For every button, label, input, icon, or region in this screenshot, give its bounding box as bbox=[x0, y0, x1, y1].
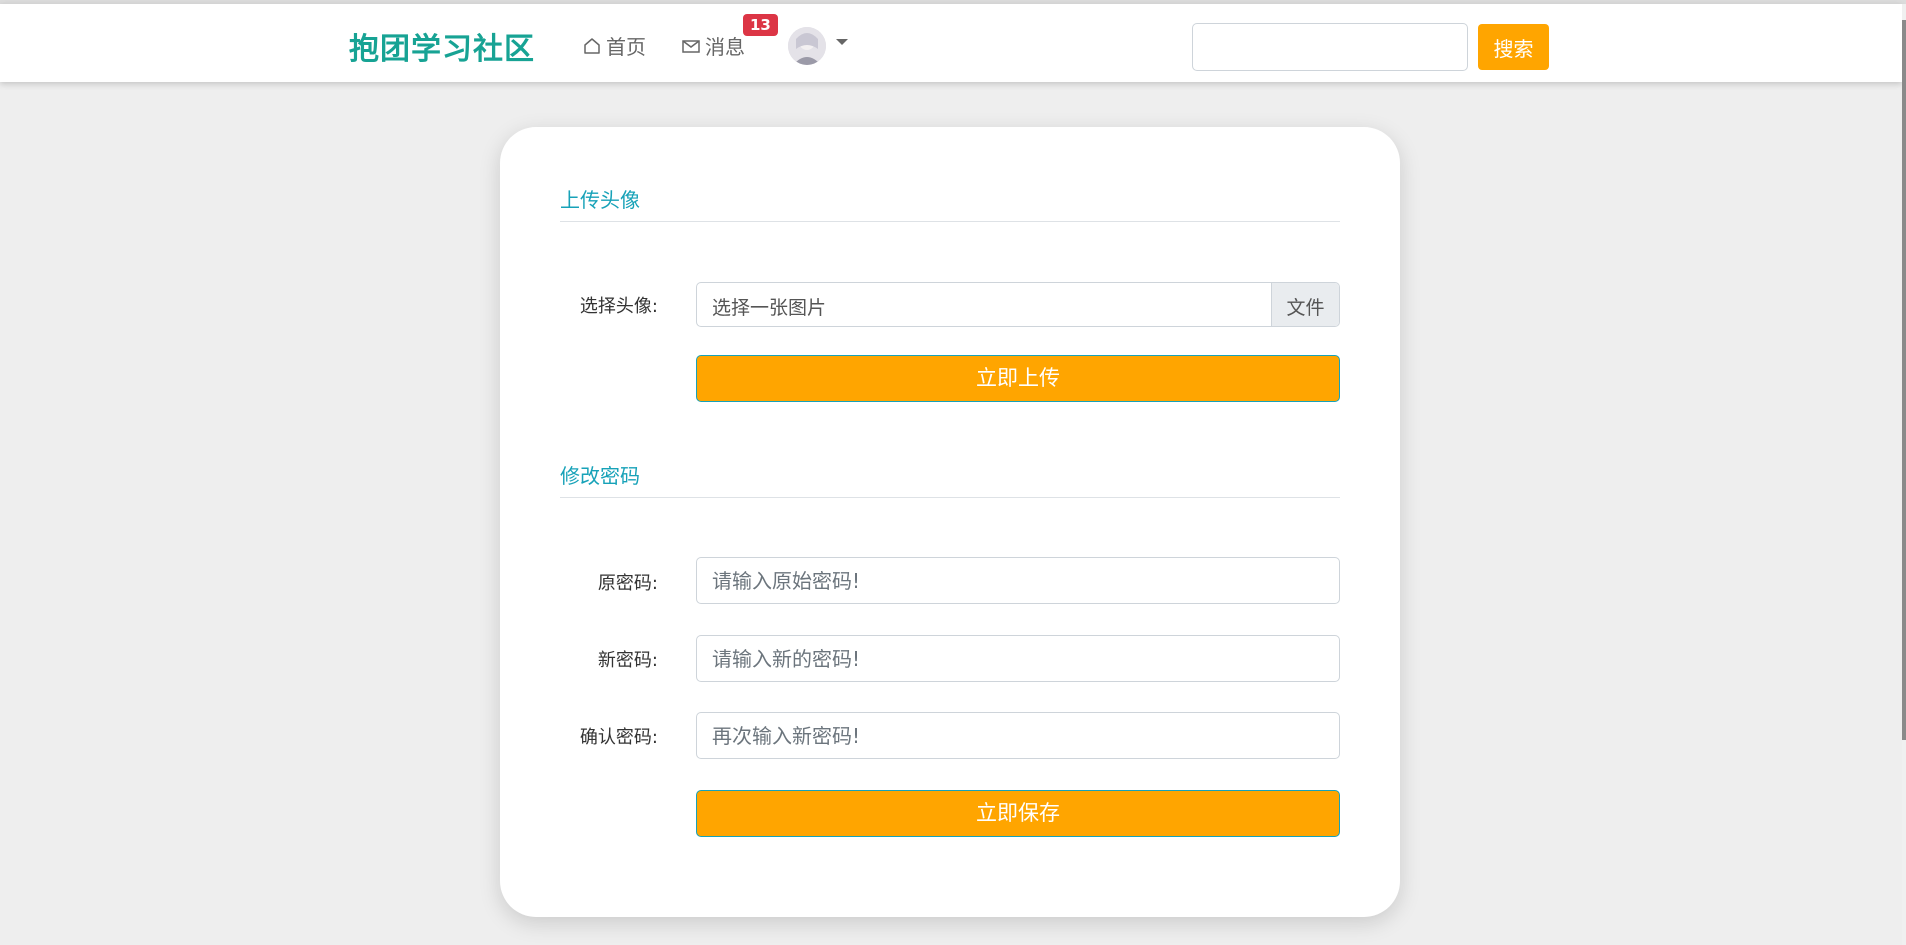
message-count-badge: 13 bbox=[743, 14, 778, 36]
new-password-field[interactable]: 请输入新的密码! bbox=[696, 635, 1340, 682]
avatar-image bbox=[788, 27, 826, 65]
upload-button[interactable]: 立即上传 bbox=[696, 355, 1340, 402]
new-password-label: 新密码: bbox=[597, 650, 658, 671]
navbar: 抱团学习社区 首页 消息 13 搜索 bbox=[0, 4, 1902, 82]
avatar-file-input[interactable]: 选择一张图片 文件 bbox=[696, 282, 1340, 327]
old-password-label: 原密码: bbox=[597, 573, 658, 594]
section-divider bbox=[560, 497, 1340, 498]
nav-home-label: 首页 bbox=[606, 35, 646, 59]
nav-messages-label: 消息 bbox=[705, 35, 745, 59]
upload-avatar-title: 上传头像 bbox=[560, 188, 640, 212]
avatar[interactable] bbox=[788, 27, 826, 65]
section-divider bbox=[560, 221, 1340, 222]
search-button[interactable]: 搜索 bbox=[1478, 24, 1549, 70]
confirm-password-label: 确认密码: bbox=[579, 727, 658, 748]
envelope-icon bbox=[682, 39, 700, 53]
nav-home-link[interactable]: 首页 bbox=[582, 31, 646, 60]
home-icon bbox=[584, 37, 600, 54]
confirm-password-field[interactable]: 再次输入新密码! bbox=[696, 712, 1340, 759]
choose-avatar-label: 选择头像: bbox=[579, 296, 658, 317]
nav-messages-link[interactable]: 消息 bbox=[681, 31, 745, 60]
file-placeholder: 选择一张图片 bbox=[712, 297, 827, 319]
save-button[interactable]: 立即保存 bbox=[696, 790, 1340, 837]
scrollbar-thumb[interactable] bbox=[1902, 20, 1906, 740]
old-password-field[interactable]: 请输入原始密码! bbox=[696, 557, 1340, 604]
brand-logo[interactable]: 抱团学习社区 bbox=[349, 24, 535, 68]
file-browse-button[interactable]: 文件 bbox=[1271, 283, 1339, 326]
change-password-title: 修改密码 bbox=[560, 464, 640, 488]
search-input[interactable] bbox=[1192, 23, 1468, 71]
settings-card: 上传头像 选择头像: 选择一张图片 文件 立即上传 修改密码 原密码: 请输入原… bbox=[500, 127, 1400, 917]
caret-down-icon[interactable] bbox=[836, 39, 848, 45]
